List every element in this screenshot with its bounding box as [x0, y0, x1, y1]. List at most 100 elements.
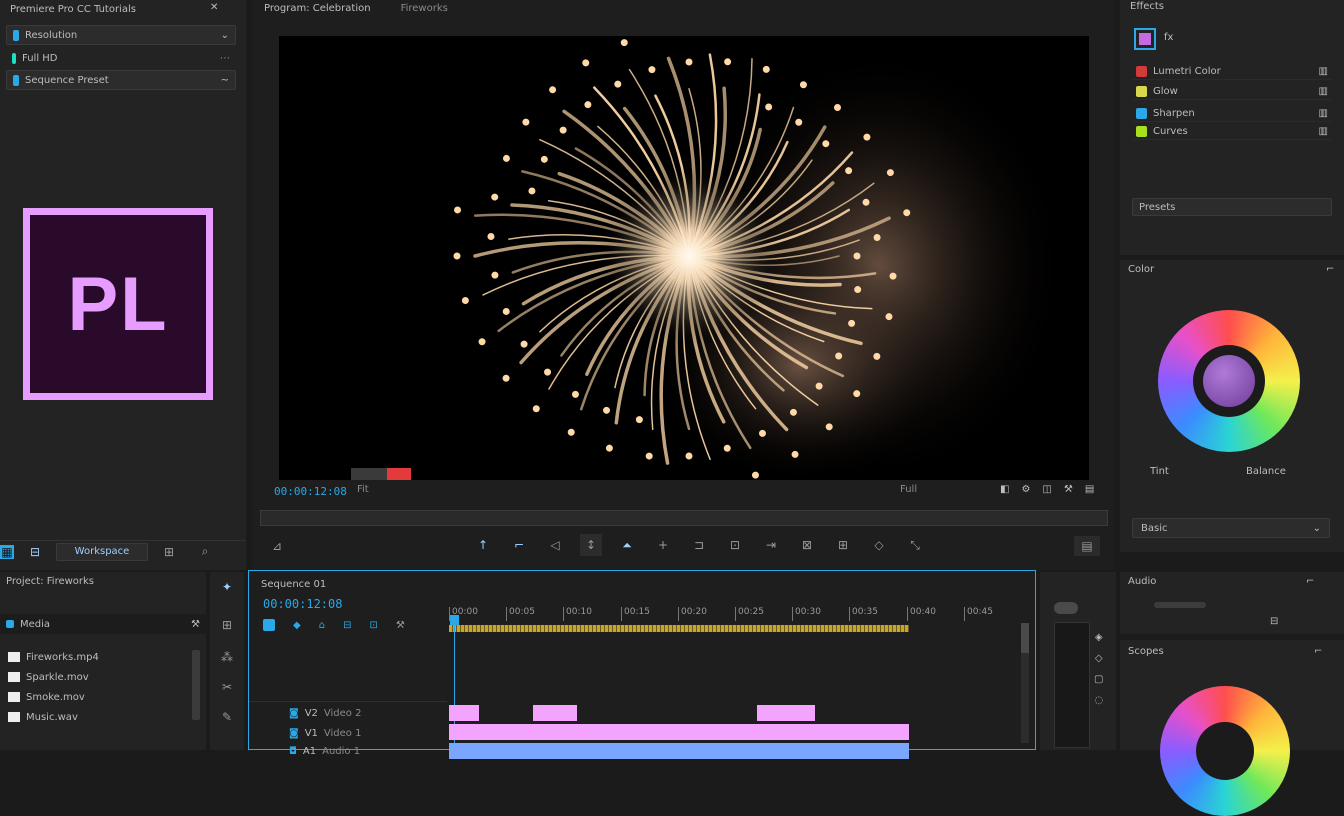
audio-meter-knob[interactable]: [1054, 602, 1078, 614]
track-header[interactable]: ◘ A1 Audio 1: [289, 743, 445, 759]
effect-row[interactable]: Sharpen ▥: [1132, 106, 1332, 122]
ripple-edit-icon[interactable]: ⁂: [216, 648, 238, 666]
project-media-tab[interactable]: Media ⚒: [0, 614, 206, 634]
fit-dropdown[interactable]: Fit: [357, 484, 369, 495]
nest-icon[interactable]: [263, 619, 275, 631]
color-wheel[interactable]: [1158, 310, 1300, 452]
effect-label: Lumetri Color: [1153, 66, 1221, 77]
effect-row[interactable]: Lumetri Color ▥: [1132, 64, 1332, 80]
thumbnail-icon: [8, 692, 20, 702]
wrench-icon[interactable]: ⚒: [1064, 484, 1073, 495]
color-panel-menu-icon[interactable]: ⌐: [1326, 264, 1334, 275]
close-icon[interactable]: ✕: [210, 2, 218, 13]
effect-row[interactable]: Glow ▥: [1132, 84, 1332, 100]
timeline-clip[interactable]: [449, 743, 909, 759]
settings-icon[interactable]: ⚙: [1021, 484, 1030, 495]
track-header[interactable]: ◙ V1 Video 1: [289, 725, 445, 741]
selection-tool-icon[interactable]: ✦: [216, 578, 238, 596]
lift-icon[interactable]: ⊠: [796, 534, 818, 556]
effect-label: Sharpen: [1153, 108, 1195, 119]
toggle-track-output-icon[interactable]: ◙: [289, 708, 299, 719]
linked-selection-icon[interactable]: ⌂: [319, 620, 325, 631]
toggle-effect-icon[interactable]: ▥: [1319, 66, 1328, 77]
extract-icon[interactable]: ⊞: [832, 534, 854, 556]
mark-out-icon[interactable]: ⌐: [508, 534, 530, 556]
track-header[interactable]: ◙ V2 Video 2: [289, 705, 445, 721]
timeline-clip[interactable]: [449, 724, 909, 740]
effect-color-swatch: [1136, 126, 1147, 137]
workspace-field[interactable]: Workspace: [56, 542, 148, 561]
wrench-icon[interactable]: ⚒: [191, 619, 200, 630]
icon-view-icon[interactable]: ⊟: [20, 545, 50, 559]
sequence-preset-dropdown[interactable]: Sequence Preset ~: [6, 70, 236, 90]
more-icon[interactable]: ▤: [1085, 484, 1094, 495]
bin-icon[interactable]: ⊞: [154, 545, 184, 559]
project-title: Project: Fireworks: [6, 576, 95, 587]
project-scrollbar[interactable]: [192, 650, 200, 720]
timeline-clip[interactable]: [757, 705, 815, 721]
left-top-panel: Premiere Pro CC Tutorials ✕ Resolution ⌄…: [0, 0, 246, 570]
ruler-label: 00:35: [852, 607, 878, 617]
effect-row[interactable]: Curves ▥: [1132, 124, 1332, 140]
toggle-effect-icon[interactable]: ▥: [1319, 126, 1328, 137]
work-area-bar[interactable]: [449, 625, 909, 632]
audio-slider[interactable]: [1154, 602, 1206, 608]
project-item[interactable]: Smoke.mov: [4, 688, 184, 706]
track-select-icon[interactable]: ⊞: [216, 616, 238, 634]
scopes-menu-icon[interactable]: ⌐: [1314, 646, 1322, 657]
play-icon[interactable]: ⏶: [616, 534, 638, 556]
pen-tool-icon[interactable]: ✎: [216, 708, 238, 726]
color-panel-title: Color: [1128, 264, 1155, 275]
export-icon[interactable]: ◇: [868, 534, 890, 556]
export-frame-icon[interactable]: ◫: [1042, 484, 1051, 495]
snap-icon[interactable]: ◆: [293, 620, 301, 631]
monitor-timecode[interactable]: 00:00:12:08: [274, 483, 347, 499]
camera-icon[interactable]: ◧: [1000, 484, 1009, 495]
fx-badge-icon[interactable]: [1134, 28, 1156, 50]
resolution-dropdown[interactable]: Resolution ⌄: [6, 25, 236, 45]
mark-in-icon[interactable]: ↑: [472, 534, 494, 556]
insert-icon[interactable]: ⊡: [724, 534, 746, 556]
compare-icon[interactable]: ⤡: [904, 534, 926, 556]
basic-dropdown[interactable]: Basic ⌄: [1132, 518, 1330, 538]
premiere-logo: PL: [23, 208, 213, 400]
timeline-scrollbar[interactable]: [1021, 623, 1029, 743]
list-view-icon[interactable]: ▦: [0, 544, 14, 559]
timeline-ruler[interactable]: 00:00 00:05 00:10 00:15 00:20 00:25 00:30 00:35…: [449, 607, 1021, 623]
project-item[interactable]: Music.wav: [4, 708, 184, 726]
presets-field[interactable]: Presets: [1132, 198, 1332, 216]
button-editor-icon[interactable]: ▤: [1074, 536, 1100, 556]
toggle-track-output-icon[interactable]: ◘: [289, 746, 297, 757]
effect-label: Curves: [1153, 126, 1188, 137]
timeline-timecode[interactable]: 00:00:12:08: [263, 597, 342, 611]
panel-menu-icon[interactable]: ⌐: [1306, 576, 1314, 587]
toggle-effect-icon[interactable]: ▥: [1319, 108, 1328, 119]
video-frame[interactable]: [279, 36, 1089, 480]
step-back-icon[interactable]: ↕: [580, 534, 602, 556]
scopes-color-wheel[interactable]: [1160, 686, 1290, 816]
timeline-clip[interactable]: [449, 705, 479, 721]
razor-tool-icon[interactable]: ✂: [216, 678, 238, 696]
effects-panel: Effects fx Lumetri Color ▥ Glow ▥ Sharpen ▥ Cu…: [1120, 0, 1344, 255]
toggle-effect-icon[interactable]: ▥: [1319, 86, 1328, 97]
step-forward-icon[interactable]: +: [652, 534, 674, 556]
go-to-out-icon[interactable]: ⊐: [688, 534, 710, 556]
overwrite-icon[interactable]: ⇥: [760, 534, 782, 556]
search-icon[interactable]: ⌕: [190, 544, 220, 559]
ruler-tick: [792, 607, 793, 621]
settings-icon[interactable]: ⚒: [396, 620, 405, 631]
captions-icon[interactable]: ⊡: [369, 620, 377, 631]
solo-icon[interactable]: ◈: [1095, 632, 1103, 643]
mute-icon[interactable]: ◇: [1095, 653, 1103, 664]
toggle-track-output-icon[interactable]: ◙: [289, 728, 299, 739]
lock-icon[interactable]: ▢: [1094, 674, 1103, 685]
marker-add-icon[interactable]: ⊿: [266, 536, 288, 556]
sync-icon[interactable]: ◌: [1094, 695, 1103, 706]
project-item[interactable]: Fireworks.mp4: [4, 648, 184, 666]
add-marker-icon[interactable]: ⊟: [343, 620, 351, 631]
go-to-in-icon[interactable]: ◁: [544, 534, 566, 556]
full-hd-row[interactable]: Full HD ⋯: [6, 48, 236, 68]
timeline-clip[interactable]: [533, 705, 577, 721]
monitor-scrubber[interactable]: [260, 510, 1108, 526]
project-item[interactable]: Sparkle.mov: [4, 668, 184, 686]
